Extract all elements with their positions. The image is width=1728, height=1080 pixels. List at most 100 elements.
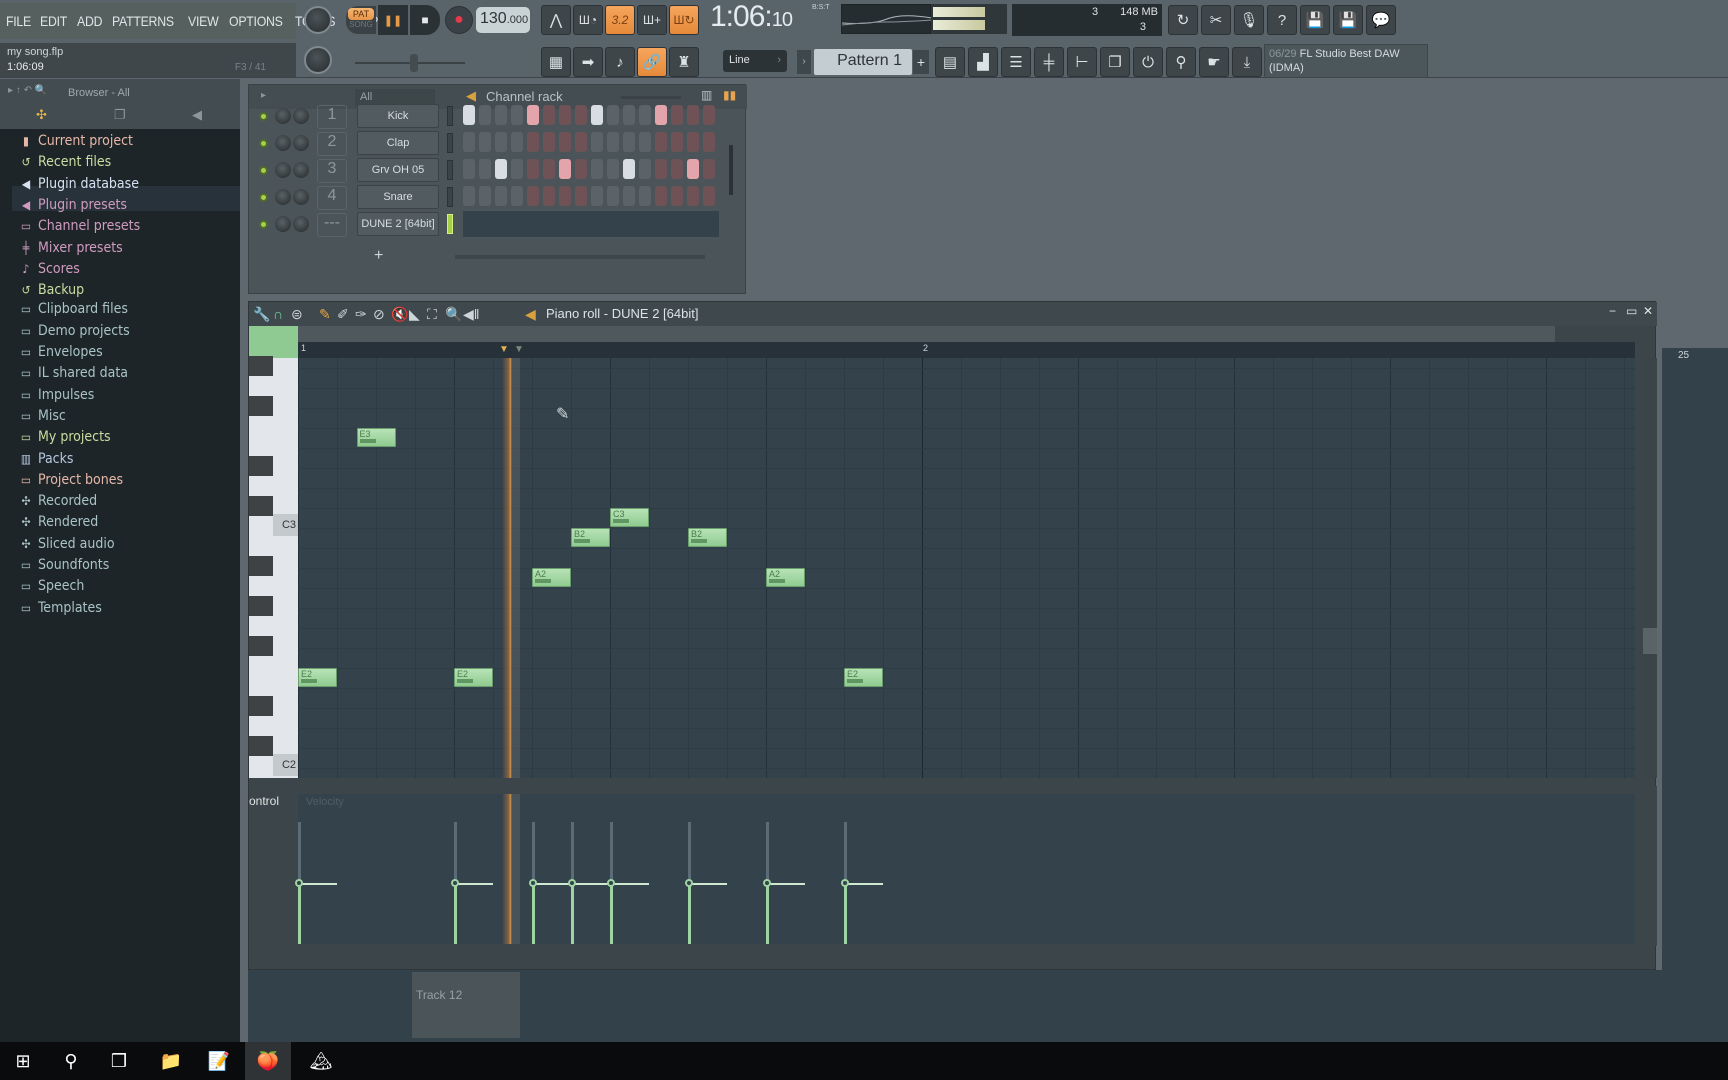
step-button[interactable] xyxy=(479,186,491,206)
browser-item[interactable]: ▭ IL shared data xyxy=(18,362,128,384)
vertical-scroll-thumb[interactable] xyxy=(1643,628,1657,654)
swing-slider[interactable] xyxy=(621,96,681,99)
black-key[interactable] xyxy=(249,496,273,516)
channel-name-button[interactable]: Grv OH 05 xyxy=(357,158,439,182)
browser-item[interactable]: ▭ Project bones xyxy=(18,469,123,491)
velocity-bar[interactable] xyxy=(844,883,847,944)
step-button[interactable] xyxy=(543,132,555,152)
step-button[interactable] xyxy=(495,186,507,206)
pat-song-toggle[interactable]: PAT SONG xyxy=(346,6,376,34)
channel-mixer-track[interactable]: 2 xyxy=(317,132,347,156)
step-button[interactable] xyxy=(687,132,699,152)
step-button[interactable] xyxy=(655,186,667,206)
step-button[interactable] xyxy=(671,159,683,179)
add-pattern-button[interactable]: + xyxy=(913,50,929,74)
note[interactable]: B2 xyxy=(571,528,610,547)
pattern-prev-button[interactable]: › xyxy=(797,50,811,74)
slice-icon[interactable]: ◣ xyxy=(409,306,420,323)
step-sequencer-icon[interactable]: ▮▮ xyxy=(723,88,736,102)
playlist-button[interactable]: ▤ xyxy=(935,47,965,77)
browser-item[interactable]: ✣ Sliced audio xyxy=(18,533,114,555)
channel-mute-led[interactable] xyxy=(259,139,268,148)
step-button[interactable] xyxy=(591,186,603,206)
step-button[interactable] xyxy=(495,159,507,179)
hint-panel[interactable]: 06/29 FL Studio Best DAW (IDMA) xyxy=(1264,44,1428,78)
pencil-icon[interactable]: ✎ xyxy=(319,306,331,323)
black-key[interactable] xyxy=(249,396,273,416)
note[interactable]: B2 xyxy=(688,528,727,547)
channel-volume-knob[interactable] xyxy=(293,108,309,124)
channel-select-indicator[interactable] xyxy=(447,187,453,207)
step-button[interactable] xyxy=(607,105,619,125)
step-button[interactable] xyxy=(639,186,651,206)
maximize-button[interactable]: ▭ xyxy=(1626,304,1637,318)
rack-menu-arrow-icon[interactable]: ▸ xyxy=(261,90,266,101)
wait-for-input-button[interactable]: Ш◔ xyxy=(573,5,603,35)
note[interactable]: E3 xyxy=(356,428,396,447)
step-button[interactable] xyxy=(511,186,523,206)
step-button[interactable] xyxy=(495,105,507,125)
browser-item[interactable]: ╪ Mixer presets xyxy=(18,237,123,259)
step-button[interactable] xyxy=(495,132,507,152)
step-button[interactable] xyxy=(623,159,635,179)
channel-mute-led[interactable] xyxy=(259,112,268,121)
menu-icon[interactable]: ⊜ xyxy=(291,306,303,323)
note[interactable]: E2 xyxy=(454,668,493,687)
channel-mute-led[interactable] xyxy=(259,193,268,202)
step-button[interactable] xyxy=(527,186,539,206)
step-button[interactable] xyxy=(543,186,555,206)
velocity-handle[interactable] xyxy=(607,879,615,887)
stop-button[interactable]: ■ xyxy=(410,5,440,35)
step-button[interactable] xyxy=(559,186,571,206)
step-button[interactable] xyxy=(527,159,539,179)
export-audio-button[interactable]: 💾 xyxy=(1333,5,1363,35)
recording-button[interactable]: 🎙 xyxy=(1234,5,1264,35)
wrench-icon[interactable]: 🔧 xyxy=(253,306,270,323)
step-button[interactable] xyxy=(655,132,667,152)
menu-add[interactable]: ADD xyxy=(77,13,102,29)
channel-rack-button[interactable]: ☰ xyxy=(1001,47,1031,77)
playback-icon[interactable]: ◀‖ xyxy=(463,306,480,323)
step-button[interactable] xyxy=(623,105,635,125)
channel-mixer-track[interactable]: 3 xyxy=(317,159,347,183)
channel-volume-knob[interactable] xyxy=(293,135,309,151)
step-button[interactable] xyxy=(575,159,587,179)
step-button[interactable] xyxy=(527,105,539,125)
step-button[interactable] xyxy=(559,159,571,179)
channel-mute-led[interactable] xyxy=(259,220,268,229)
slide-button[interactable]: ♪ xyxy=(605,47,635,77)
channel-rack-scrollbar[interactable] xyxy=(455,255,705,259)
snap-selector[interactable]: Line › xyxy=(723,50,787,72)
browser-item[interactable]: ▭ Soundfonts xyxy=(18,554,109,576)
photos-button[interactable]: 🏔 xyxy=(298,1042,344,1080)
channel-select-indicator[interactable] xyxy=(447,160,453,180)
step-button[interactable] xyxy=(511,132,523,152)
touch-controller-button[interactable]: ⚲ xyxy=(1166,47,1196,77)
menu-view[interactable]: VIEW xyxy=(188,13,219,29)
master-slider-handle[interactable] xyxy=(410,54,418,72)
velocity-handle[interactable] xyxy=(841,879,849,887)
velocity-lane[interactable]: Velocity xyxy=(295,794,1635,944)
search-button[interactable]: ⚲ xyxy=(48,1042,94,1080)
channel-pan-knob[interactable] xyxy=(275,189,291,205)
browser-item[interactable]: ▭ Speech xyxy=(18,575,85,597)
black-key[interactable] xyxy=(249,556,273,576)
playlist-track-header[interactable]: Track 12 xyxy=(412,972,520,1038)
channel-select-indicator[interactable] xyxy=(447,214,453,234)
browser-item[interactable]: ▭ Templates xyxy=(18,597,102,619)
velocity-handle[interactable] xyxy=(295,879,303,887)
velocity-handle[interactable] xyxy=(529,879,537,887)
download-button[interactable]: ⤓ xyxy=(1232,47,1262,77)
mixer-button[interactable]: ╪ xyxy=(1034,47,1064,77)
touch-keyboard-button[interactable]: ☛ xyxy=(1199,47,1229,77)
step-button[interactable] xyxy=(607,132,619,152)
step-button[interactable] xyxy=(687,159,699,179)
velocity-bar[interactable] xyxy=(532,883,535,944)
browser-item[interactable]: ▭ Impulses xyxy=(18,384,94,406)
velocity-bar[interactable] xyxy=(454,883,457,944)
minimize-button[interactable]: − xyxy=(1609,304,1616,318)
velocity-bar[interactable] xyxy=(688,883,691,944)
channel-mute-led[interactable] xyxy=(259,166,268,175)
channel-mixer-track[interactable]: 4 xyxy=(317,186,347,210)
channel-pan-knob[interactable] xyxy=(275,108,291,124)
